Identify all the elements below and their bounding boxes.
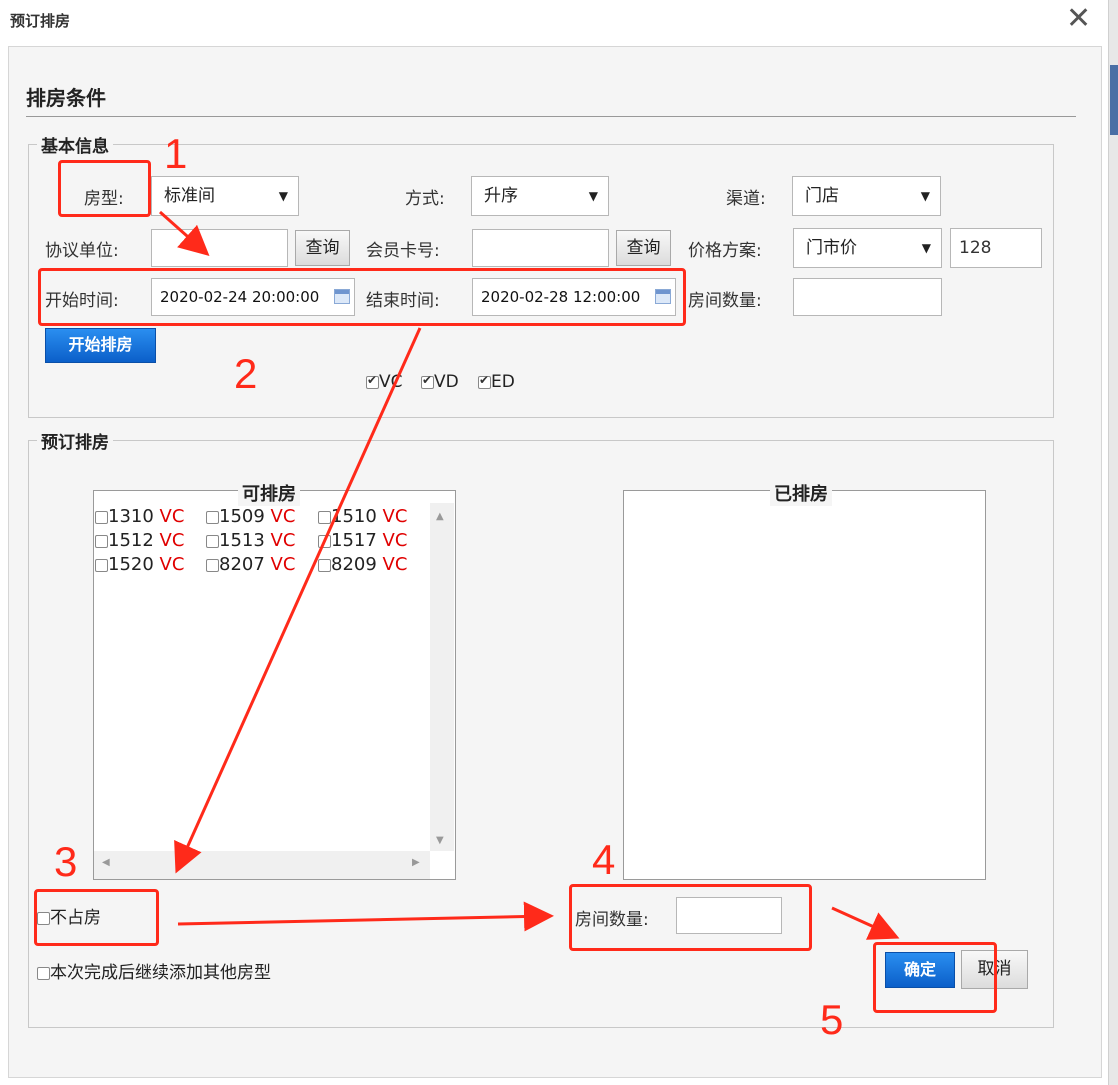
assigned-rooms-list[interactable] xyxy=(623,490,986,880)
room-item[interactable]: 1509 VC xyxy=(206,506,295,527)
agreement-label: 协议单位: xyxy=(45,241,119,261)
background-edge xyxy=(1108,0,1118,1085)
agreement-query-button[interactable]: 查询 xyxy=(295,230,350,266)
price-input[interactable]: 128 xyxy=(950,228,1042,268)
checkbox-icon[interactable] xyxy=(206,510,219,524)
room-item[interactable]: 1512 VC xyxy=(95,530,184,551)
filter-vc[interactable]: VC xyxy=(366,372,403,392)
annotation-number-2: 2 xyxy=(234,350,258,397)
annotation-number-5: 5 xyxy=(820,996,844,1043)
member-card-label: 会员卡号: xyxy=(366,241,440,261)
annotation-box-2 xyxy=(38,268,686,326)
room-item[interactable]: 8209 VC xyxy=(318,554,407,575)
scroll-arrow-icon[interactable]: ▲ xyxy=(436,511,444,522)
room-item[interactable]: 1510 VC xyxy=(318,506,407,527)
agreement-input[interactable] xyxy=(151,229,288,267)
annotation-box-1 xyxy=(58,160,151,217)
annotation-number-3: 3 xyxy=(54,838,78,885)
checkbox-icon[interactable] xyxy=(95,558,108,572)
room-type-select[interactable]: 标准间 ▼ xyxy=(151,176,299,216)
assigned-rooms-title: 已排房 xyxy=(770,480,832,506)
checkbox-icon[interactable] xyxy=(366,373,379,389)
close-icon[interactable]: ✕ xyxy=(1066,4,1091,34)
continue-add-label: 本次完成后继续添加其他房型 xyxy=(50,963,271,983)
checkbox-icon[interactable] xyxy=(206,558,219,572)
method-select[interactable]: 升序 ▼ xyxy=(471,176,609,216)
checkbox-icon[interactable] xyxy=(206,534,219,548)
room-item[interactable]: 1513 VC xyxy=(206,530,295,551)
checkbox-icon[interactable] xyxy=(318,558,331,572)
annotation-box-5 xyxy=(873,942,997,1013)
start-assign-button[interactable]: 开始排房 xyxy=(45,328,156,363)
section-divider xyxy=(26,116,1076,117)
method-value: 升序 xyxy=(484,186,518,206)
vertical-scrollbar[interactable]: ▲ ▼ xyxy=(430,503,454,851)
scroll-arrow-icon[interactable]: ◀ xyxy=(102,857,110,868)
checkbox-icon[interactable] xyxy=(318,534,331,548)
booking-legend: 预订排房 xyxy=(41,433,109,453)
dropdown-arrow-icon: ▼ xyxy=(921,241,931,255)
continue-add-option[interactable]: 本次完成后继续添加其他房型 xyxy=(37,958,271,983)
scroll-arrow-icon[interactable]: ▼ xyxy=(436,835,444,846)
room-count-input[interactable] xyxy=(793,278,942,316)
member-card-input[interactable] xyxy=(472,229,609,267)
dropdown-arrow-icon: ▼ xyxy=(278,189,288,203)
channel-label: 渠道: xyxy=(726,189,766,209)
checkbox-icon[interactable] xyxy=(478,373,491,389)
room-item[interactable]: 1520 VC xyxy=(95,554,184,575)
member-query-button[interactable]: 查询 xyxy=(616,230,671,266)
available-rooms-title: 可排房 xyxy=(238,480,300,506)
checkbox-icon[interactable] xyxy=(95,510,108,524)
dialog-title-bar: 预订排房 ✕ xyxy=(0,0,1108,42)
price-plan-select[interactable]: 门市价 ▼ xyxy=(793,228,942,268)
scroll-arrow-icon[interactable]: ▶ xyxy=(412,857,420,868)
price-plan-value: 门市价 xyxy=(806,238,857,258)
basic-info-legend: 基本信息 xyxy=(41,137,109,157)
room-type-value: 标准间 xyxy=(164,186,215,206)
channel-select[interactable]: 门店 ▼ xyxy=(792,176,941,216)
checkbox-icon[interactable] xyxy=(318,510,331,524)
annotation-box-3 xyxy=(34,889,159,946)
room-count-label: 房间数量: xyxy=(688,291,762,311)
checkbox-icon[interactable] xyxy=(95,534,108,548)
dropdown-arrow-icon: ▼ xyxy=(588,189,598,203)
filter-vc-label: VC xyxy=(379,372,403,392)
filter-ed-label: ED xyxy=(491,372,515,392)
room-item[interactable]: 8207 VC xyxy=(206,554,295,575)
dialog-title: 预订排房 xyxy=(10,12,71,30)
filter-ed[interactable]: ED xyxy=(478,372,515,392)
checkbox-icon[interactable] xyxy=(37,966,50,980)
dropdown-arrow-icon: ▼ xyxy=(920,189,930,203)
room-item[interactable]: 1310 VC xyxy=(95,506,184,527)
room-item[interactable]: 1517 VC xyxy=(318,530,407,551)
checkbox-icon[interactable] xyxy=(421,373,434,389)
horizontal-scrollbar[interactable]: ◀ ▶ xyxy=(94,851,430,879)
price-plan-label: 价格方案: xyxy=(688,241,762,261)
filter-vd[interactable]: VD xyxy=(421,372,459,392)
annotation-number-1: 1 xyxy=(164,130,188,177)
method-label: 方式: xyxy=(405,189,445,209)
filter-vd-label: VD xyxy=(434,372,459,392)
annotation-number-4: 4 xyxy=(592,836,616,883)
annotation-box-4 xyxy=(569,884,812,951)
section-title: 排房条件 xyxy=(26,86,106,110)
channel-value: 门店 xyxy=(805,186,839,206)
